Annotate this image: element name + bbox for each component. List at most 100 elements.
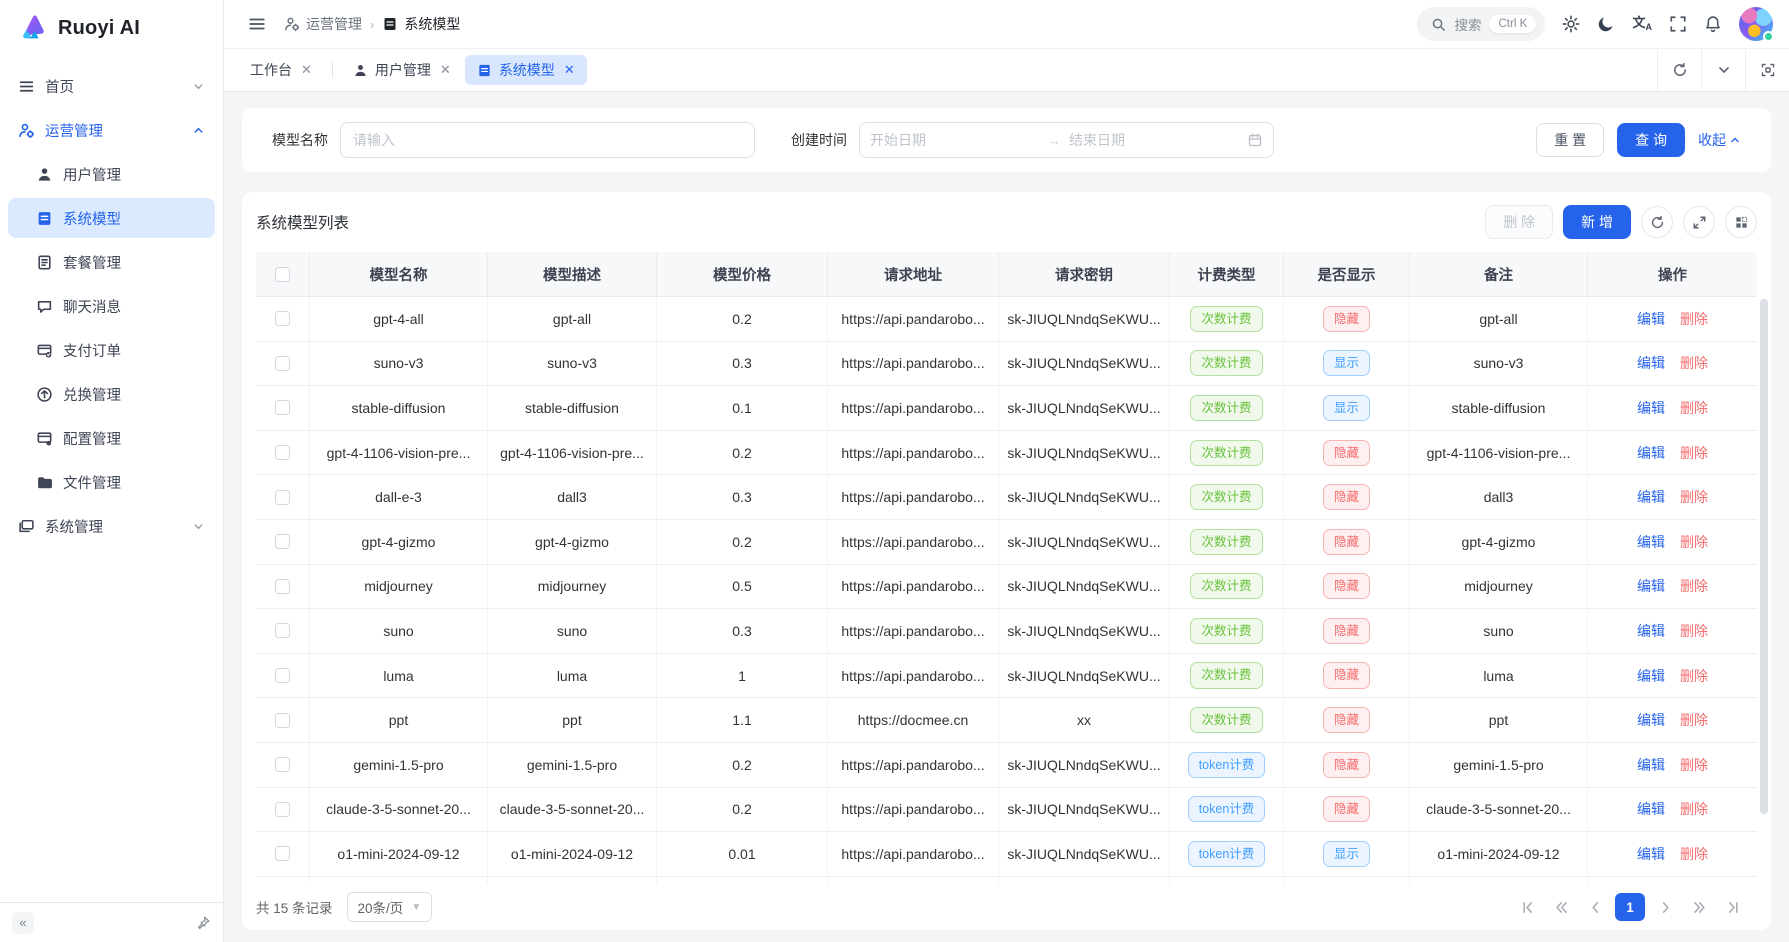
- sidebar-item-system[interactable]: 系统管理: [8, 506, 215, 546]
- sidebar-item-packages[interactable]: 套餐管理: [8, 242, 215, 282]
- last-page-button[interactable]: [1719, 893, 1747, 921]
- edit-link[interactable]: 编辑: [1637, 487, 1665, 507]
- sidebar-item-messages[interactable]: 聊天消息: [8, 286, 215, 326]
- delete-link[interactable]: 删除: [1680, 309, 1708, 329]
- edit-link[interactable]: 编辑: [1637, 576, 1665, 596]
- close-tab-icon[interactable]: ✕: [440, 62, 451, 78]
- sidebar-item-home[interactable]: 首页: [8, 66, 215, 106]
- row-checkbox[interactable]: [275, 579, 290, 594]
- sidebar-item-users[interactable]: 用户管理: [8, 154, 215, 194]
- delete-link[interactable]: 删除: [1680, 398, 1708, 418]
- tab-workbench[interactable]: 工作台 ✕: [238, 55, 324, 85]
- scrollbar-thumb[interactable]: [1760, 299, 1768, 814]
- sidebar-item-orders[interactable]: 支付订单: [8, 330, 215, 370]
- edit-link[interactable]: 编辑: [1637, 532, 1665, 552]
- breadcrumb-item-operations[interactable]: 运营管理: [284, 14, 362, 34]
- delete-link[interactable]: 删除: [1680, 844, 1708, 864]
- app-logo[interactable]: Ruoyi AI: [0, 0, 223, 56]
- settings-icon[interactable]: [1562, 15, 1580, 33]
- cell-model-name: gpt-4-gizmo: [310, 520, 488, 564]
- translate-icon[interactable]: 文A: [1632, 16, 1652, 32]
- row-checkbox[interactable]: [275, 490, 290, 505]
- edit-link[interactable]: 编辑: [1637, 844, 1665, 864]
- reset-button[interactable]: 重 置: [1536, 123, 1604, 157]
- sidebar-item-config[interactable]: 配置管理: [8, 418, 215, 458]
- delete-link[interactable]: 删除: [1680, 487, 1708, 507]
- delete-link[interactable]: 删除: [1680, 443, 1708, 463]
- pin-icon[interactable]: [196, 915, 211, 930]
- table-scrollbar[interactable]: [1760, 297, 1768, 884]
- billing-type-badge: 次数计费: [1190, 350, 1262, 376]
- tab-users[interactable]: 用户管理 ✕: [341, 55, 463, 85]
- notifications-icon[interactable]: [1704, 15, 1722, 33]
- forward-5-pages-button[interactable]: [1685, 893, 1713, 921]
- model-name-input[interactable]: [340, 122, 755, 158]
- edit-link[interactable]: 编辑: [1637, 755, 1665, 775]
- prev-page-button[interactable]: [1581, 893, 1609, 921]
- tab-models[interactable]: 系统模型 ✕: [465, 55, 587, 85]
- refresh-table-icon[interactable]: [1641, 206, 1673, 238]
- next-page-button[interactable]: [1651, 893, 1679, 921]
- tab-list-chevron-icon[interactable]: [1701, 49, 1745, 91]
- sidebar-item-label: 配置管理: [63, 428, 121, 449]
- edit-link[interactable]: 编辑: [1637, 353, 1665, 373]
- back-5-pages-button[interactable]: [1547, 893, 1575, 921]
- row-checkbox[interactable]: [275, 668, 290, 683]
- delete-link[interactable]: 删除: [1680, 621, 1708, 641]
- row-checkbox[interactable]: [275, 356, 290, 371]
- row-checkbox[interactable]: [275, 713, 290, 728]
- edit-link[interactable]: 编辑: [1637, 710, 1665, 730]
- breadcrumb-item-models[interactable]: 系统模型: [382, 14, 460, 34]
- close-tab-icon[interactable]: ✕: [564, 62, 575, 78]
- sidebar-collapse-button[interactable]: «: [12, 912, 34, 934]
- top-navbar: 运营管理 › 系统模型 搜索 Ctrl K: [224, 0, 1789, 49]
- delete-link[interactable]: 删除: [1680, 799, 1708, 819]
- delete-button[interactable]: 删 除: [1485, 205, 1553, 239]
- sidebar-item-models[interactable]: 系统模型: [8, 198, 215, 238]
- fullscreen-table-icon[interactable]: [1683, 206, 1715, 238]
- first-page-button[interactable]: [1513, 893, 1541, 921]
- delete-link[interactable]: 删除: [1680, 576, 1708, 596]
- tab-label: 系统模型: [499, 60, 555, 80]
- maximize-content-icon[interactable]: [1745, 49, 1789, 91]
- row-checkbox[interactable]: [275, 846, 290, 861]
- sidebar-item-files[interactable]: 文件管理: [8, 462, 215, 502]
- delete-link[interactable]: 删除: [1680, 666, 1708, 686]
- row-checkbox[interactable]: [275, 400, 290, 415]
- delete-link[interactable]: 删除: [1680, 710, 1708, 730]
- close-tab-icon[interactable]: ✕: [301, 62, 312, 78]
- page-size-select[interactable]: 20条/页 ▼: [347, 892, 433, 922]
- refresh-tab-icon[interactable]: [1657, 49, 1701, 91]
- row-checkbox[interactable]: [275, 757, 290, 772]
- edit-link[interactable]: 编辑: [1637, 666, 1665, 686]
- tab-divider: [332, 62, 333, 78]
- edit-link[interactable]: 编辑: [1637, 443, 1665, 463]
- row-checkbox[interactable]: [275, 623, 290, 638]
- edit-link[interactable]: 编辑: [1637, 799, 1665, 819]
- collapse-filters-link[interactable]: 收起: [1698, 130, 1741, 150]
- row-checkbox[interactable]: [275, 534, 290, 549]
- menu-toggle-icon[interactable]: [248, 15, 266, 33]
- delete-link[interactable]: 删除: [1680, 532, 1708, 552]
- fullscreen-icon[interactable]: [1669, 15, 1687, 33]
- delete-link[interactable]: 删除: [1680, 353, 1708, 373]
- edit-link[interactable]: 编辑: [1637, 621, 1665, 641]
- row-checkbox[interactable]: [275, 311, 290, 326]
- add-button[interactable]: 新 增: [1563, 205, 1631, 239]
- dark-mode-icon[interactable]: [1597, 15, 1615, 33]
- current-page-button[interactable]: 1: [1615, 893, 1645, 921]
- global-search[interactable]: 搜索 Ctrl K: [1417, 7, 1545, 41]
- row-checkbox[interactable]: [275, 445, 290, 460]
- user-avatar[interactable]: [1739, 7, 1773, 41]
- row-checkbox[interactable]: [275, 802, 290, 817]
- select-all-checkbox[interactable]: [275, 267, 290, 282]
- cell-visibility: 隐藏: [1284, 297, 1410, 341]
- edit-link[interactable]: 编辑: [1637, 309, 1665, 329]
- column-settings-icon[interactable]: [1725, 206, 1757, 238]
- sidebar-item-operations[interactable]: 运营管理: [8, 110, 215, 150]
- edit-link[interactable]: 编辑: [1637, 398, 1665, 418]
- search-button[interactable]: 查 询: [1617, 123, 1685, 157]
- delete-link[interactable]: 删除: [1680, 755, 1708, 775]
- sidebar-item-redeem[interactable]: 兑换管理: [8, 374, 215, 414]
- date-range-input[interactable]: 开始日期 → 结束日期: [859, 122, 1274, 158]
